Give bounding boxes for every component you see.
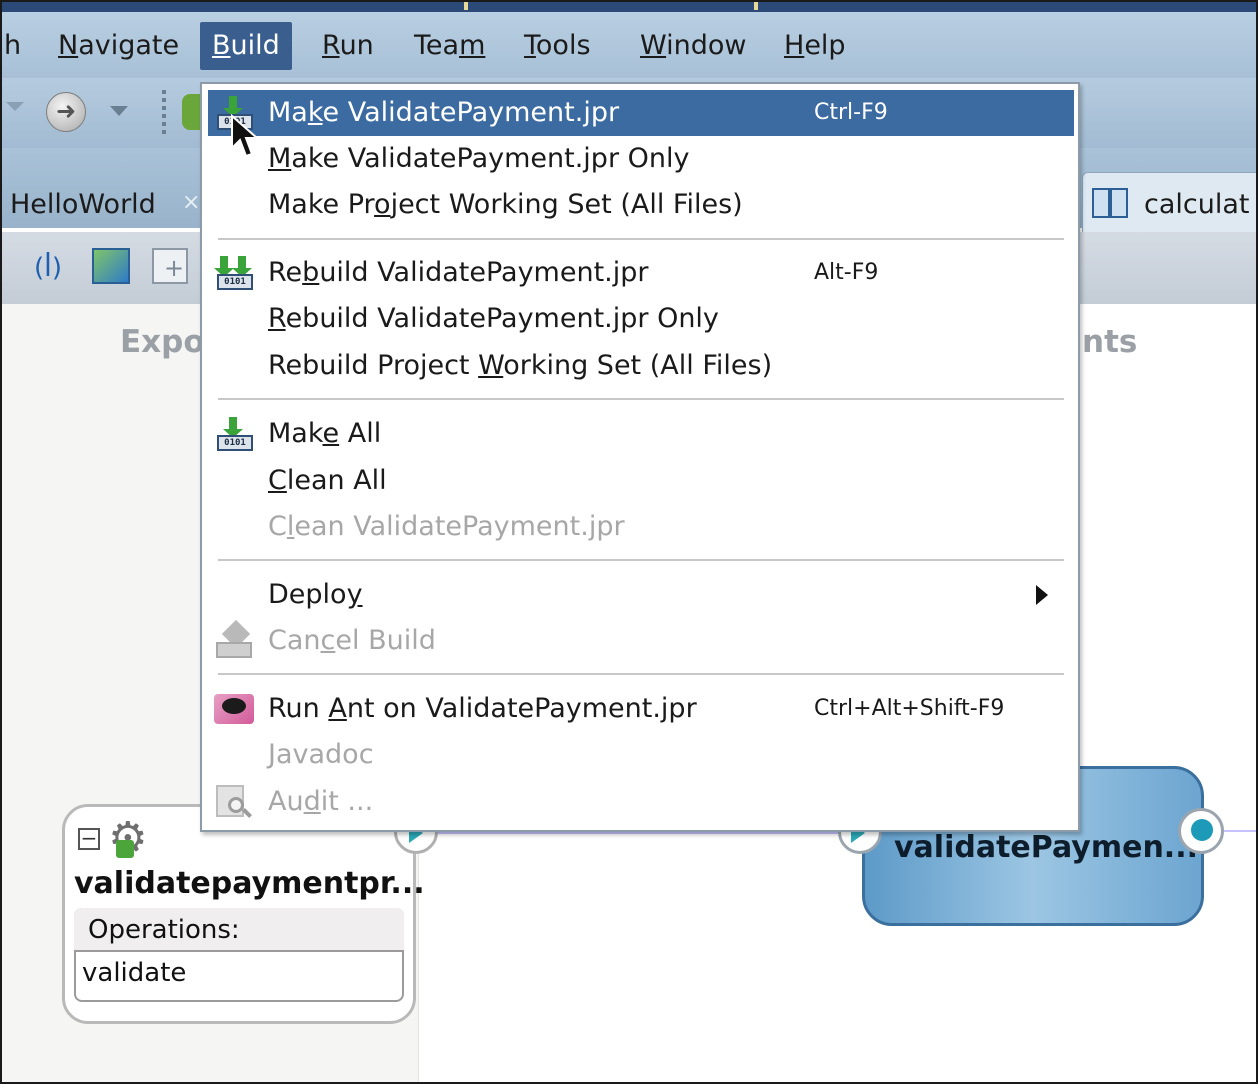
antenna-icon[interactable]: (ꟾ) <box>28 248 68 288</box>
toolbar-run-icon[interactable] <box>182 94 200 130</box>
menu-item-label: Rebuild ValidatePayment.jpr <box>268 257 649 288</box>
menu-item-run-ant[interactable]: Run Ant on ValidatePayment.jpr Ctrl+Alt+… <box>208 686 1074 732</box>
ant-icon <box>214 694 254 724</box>
menu-separator <box>218 238 1064 240</box>
menu-help[interactable]: Help <box>772 22 858 70</box>
chart-icon[interactable] <box>92 248 130 284</box>
lane-title: nts <box>1082 324 1138 360</box>
menu-item-label: Make All <box>268 418 382 449</box>
audit-icon <box>216 785 252 819</box>
menu-run[interactable]: Run <box>310 22 386 70</box>
menu-search-partial[interactable]: h <box>2 22 33 70</box>
menu-item-label: Rebuild ValidatePayment.jpr Only <box>268 303 719 334</box>
title-bar-strip <box>2 2 1256 12</box>
menu-item-label: Make ValidatePayment.jpr Only <box>268 143 690 174</box>
lane-title: Expo <box>120 324 205 360</box>
forward-icon[interactable]: ➜ <box>46 92 86 132</box>
menu-item-label: Run Ant on ValidatePayment.jpr <box>268 693 697 724</box>
menu-item-label: Make Project Working Set (All Files) <box>268 189 743 220</box>
wire-connection <box>1224 830 1256 832</box>
title-bar-mark <box>754 2 758 10</box>
make-all-icon: 0101 <box>216 417 253 451</box>
menu-tools[interactable]: Tools <box>512 22 603 70</box>
menu-navigate[interactable]: Navigate <box>46 22 191 70</box>
wire-connection[interactable] <box>438 832 838 834</box>
menu-item-label: Audit ... <box>268 786 374 817</box>
menu-item-shortcut: Ctrl+Alt+Shift-F9 <box>814 696 1005 721</box>
tab-helloworld[interactable]: HelloWorld <box>2 180 156 230</box>
menu-separator <box>218 673 1064 675</box>
menu-team[interactable]: Team <box>402 22 497 70</box>
menu-item-label: Javadoc <box>268 739 374 770</box>
title-bar-mark <box>464 2 468 10</box>
menu-build[interactable]: Build <box>200 22 292 70</box>
menu-separator <box>218 398 1064 400</box>
operation-item[interactable]: validate <box>82 954 186 992</box>
menu-item-make-project[interactable]: 0101 Make ValidatePayment.jpr Ctrl-F9 <box>208 90 1074 136</box>
menu-item-deploy[interactable]: Deploy <box>208 572 1074 618</box>
menu-item-rebuild-project-only[interactable]: Rebuild ValidatePayment.jpr Only <box>208 296 1074 342</box>
tab-label: HelloWorld <box>10 189 156 220</box>
menu-item-shortcut: Alt-F9 <box>814 260 879 285</box>
menu-item-make-project-only[interactable]: Make ValidatePayment.jpr Only <box>208 136 1074 182</box>
service-badge-icon <box>116 840 134 858</box>
menu-item-clean-all[interactable]: Clean All <box>208 458 1074 504</box>
menu-item-make-all[interactable]: 0101 Make All <box>208 411 1074 457</box>
menu-item-label: Clean ValidatePayment.jpr <box>268 511 625 542</box>
menu-window[interactable]: Window <box>628 22 758 70</box>
menu-item-label: Make ValidatePayment.jpr <box>268 97 620 128</box>
menu-bar: h Navigate Build Run Team Tools Window H… <box>2 12 1256 78</box>
add-copy-icon[interactable] <box>152 248 188 284</box>
toolbar-separator <box>162 90 166 134</box>
rebuild-icon: 0101 <box>214 256 253 290</box>
menu-item-label: Cancel Build <box>268 625 436 656</box>
menu-item-cancel-build: Cancel Build <box>208 618 1074 664</box>
operations-label: Operations: <box>88 915 240 945</box>
component-output-connector-icon[interactable] <box>1178 808 1224 854</box>
menu-item-rebuild-working-set[interactable]: Rebuild Project Working Set (All Files) <box>208 343 1074 389</box>
toolbar-dropdown-icon[interactable] <box>6 102 24 111</box>
menu-item-rebuild-project[interactable]: 0101 Rebuild ValidatePayment.jpr Alt-F9 <box>208 250 1074 296</box>
menu-item-shortcut: Ctrl-F9 <box>814 100 888 125</box>
cancel-build-icon <box>214 619 254 660</box>
composite-icon <box>1092 188 1128 218</box>
menu-separator <box>218 559 1064 561</box>
submenu-arrow-icon <box>1036 585 1048 605</box>
collapse-icon[interactable]: − <box>78 828 100 850</box>
tab-label: calculat <box>1144 189 1250 220</box>
component-name: validatePaymen... <box>894 830 1198 865</box>
forward-dropdown-icon[interactable] <box>110 106 128 116</box>
tab-close-icon[interactable]: × <box>182 180 200 226</box>
menu-item-label: Rebuild Project Working Set (All Files) <box>268 350 773 381</box>
menu-item-javadoc: Javadoc <box>208 732 1074 778</box>
ide-window: h Navigate Build Run Team Tools Window H… <box>0 0 1258 1084</box>
menu-item-audit: Audit ... <box>208 779 1074 825</box>
menu-item-label: Clean All <box>268 465 387 496</box>
service-name: validatepaymentpr... <box>74 866 425 901</box>
menu-item-clean-project: Clean ValidatePayment.jpr <box>208 504 1074 550</box>
menu-item-label: Deploy <box>268 579 363 610</box>
menu-item-make-working-set[interactable]: Make Project Working Set (All Files) <box>208 182 1074 228</box>
